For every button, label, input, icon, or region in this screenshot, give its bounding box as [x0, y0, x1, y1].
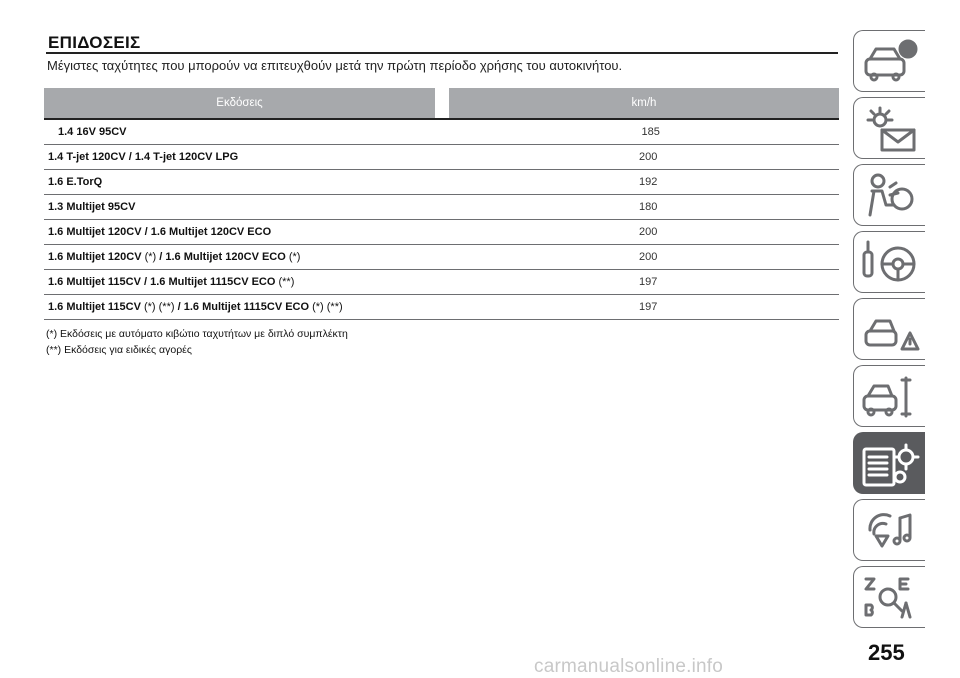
chapter-tab[interactable] — [853, 30, 925, 92]
speed-cell: 192 — [639, 176, 658, 188]
speed-cell: 200 — [639, 151, 658, 163]
title-rule — [46, 52, 838, 54]
version-cell: 1.4 T-jet 120CV / 1.4 T-jet 120CV LPG — [44, 151, 639, 163]
footnote-marker: (*) (**) — [143, 301, 175, 313]
chapter-tab[interactable] — [853, 298, 925, 360]
table-row: 1.6 E.TorQ 192 — [44, 170, 839, 195]
alphabetical-index-icon — [864, 577, 912, 619]
version-name: / 1.6 Multijet 1115CV ECO — [174, 301, 313, 313]
footnote-automatic: (*) Εκδόσεις με αυτόματο κιβώτιο ταχυτήτ… — [46, 328, 348, 340]
chapter-tab[interactable] — [853, 499, 925, 561]
safety-airbag-icon — [868, 173, 914, 217]
page-number: 255 — [868, 640, 905, 665]
table-row: 1.6 Multijet 115CV (*) (**) / 1.6 Multij… — [44, 295, 839, 320]
footnote-marker: (*) — [144, 251, 157, 263]
header-versions: Εκδόσεις — [44, 88, 435, 118]
table-row: 1.6 Multijet 120CV / 1.6 Multijet 120CV … — [44, 220, 839, 245]
version-cell: 1.6 Multijet 120CV (*) / 1.6 Multijet 12… — [44, 251, 639, 263]
dashboard-lights-icon — [866, 106, 916, 152]
page-subtitle: Μέγιστες ταχύτητες που μπορούν να επιτευ… — [47, 58, 623, 73]
version-name: 1.6 Multijet 115CV / 1.6 Multijet 1115CV… — [48, 276, 279, 288]
speed-cell: 197 — [639, 301, 658, 313]
footnote-marker: (**) — [278, 276, 295, 288]
watermark: carmanualsonline.info — [534, 656, 724, 677]
table-row: 1.3 Multijet 95CV 180 — [44, 195, 839, 220]
footnotes: (*) Εκδόσεις με αυτόματο κιβώτιο ταχυτήτ… — [46, 326, 348, 358]
speed-cell: 197 — [639, 276, 658, 288]
version-name: 1.4 16V 95CV — [58, 126, 127, 138]
chapter-tab[interactable] — [853, 566, 925, 628]
speed-cell: 200 — [639, 226, 658, 238]
version-name: 1.6 E.TorQ — [48, 176, 103, 188]
table-row: 1.4 16V 95CV 185 — [44, 118, 839, 145]
version-name: 1.3 Multijet 95CV — [48, 201, 136, 213]
footnote-markets: (**) Εκδόσεις για ειδικές αγορές — [46, 344, 192, 356]
multimedia-icon — [868, 513, 912, 548]
table-body: 1.4 16V 95CV 185 1.4 T-jet 120CV / 1.4 T-j… — [44, 118, 839, 320]
key-steering-wheel-icon — [862, 240, 916, 282]
version-name: / 1.6 Multijet 120CV ECO — [156, 251, 289, 263]
car-maintenance-icon — [862, 376, 912, 418]
version-cell: 1.6 Multijet 120CV / 1.6 Multijet 120CV … — [44, 226, 639, 238]
performance-table: Εκδόσεις km/h 1.4 16V 95CV 185 1.4 T-jet 1… — [44, 88, 839, 320]
chapter-tab[interactable] — [853, 432, 925, 494]
table-row: 1.6 Multijet 120CV (*) / 1.6 Multijet 12… — [44, 245, 839, 270]
version-name: 1.4 T-jet 120CV / 1.4 T-jet 120CV LPG — [48, 151, 239, 163]
table-header: Εκδόσεις km/h — [44, 88, 839, 118]
footnote-marker: (*) — [288, 251, 301, 263]
table-row: 1.4 T-jet 120CV / 1.4 T-jet 120CV LPG 200 — [44, 145, 839, 170]
chapter-tab[interactable] — [853, 97, 925, 159]
speed-cell: 180 — [639, 201, 658, 213]
footnote-marker: (*) (**) — [312, 301, 343, 313]
version-cell: 1.6 E.TorQ — [44, 176, 639, 188]
version-name: 1.6 Multijet 120CV — [48, 251, 145, 263]
car-emergency-icon — [864, 319, 920, 351]
header-speed: km/h — [449, 88, 839, 118]
version-cell: 1.6 Multijet 115CV (*) (**) / 1.6 Multij… — [44, 301, 639, 313]
version-cell: 1.3 Multijet 95CV — [44, 201, 639, 213]
version-cell: 1.4 16V 95CV — [44, 126, 642, 138]
table-row: 1.6 Multijet 115CV / 1.6 Multijet 1115CV… — [44, 270, 839, 295]
chapter-tab[interactable] — [853, 365, 925, 427]
speed-cell: 200 — [639, 251, 658, 263]
car-info-icon — [864, 39, 918, 82]
chapter-tab[interactable] — [853, 231, 925, 293]
page-title: ΕΠΙΔΟΣΕΙΣ — [48, 33, 141, 52]
version-name: 1.6 Multijet 120CV / 1.6 Multijet 120CV … — [48, 226, 272, 238]
version-name: 1.6 Multijet 115CV — [48, 301, 144, 313]
chapter-tab[interactable] — [853, 164, 925, 226]
version-cell: 1.6 Multijet 115CV / 1.6 Multijet 1115CV… — [44, 276, 639, 288]
speed-cell: 185 — [641, 126, 660, 138]
technical-data-icon — [862, 443, 920, 487]
